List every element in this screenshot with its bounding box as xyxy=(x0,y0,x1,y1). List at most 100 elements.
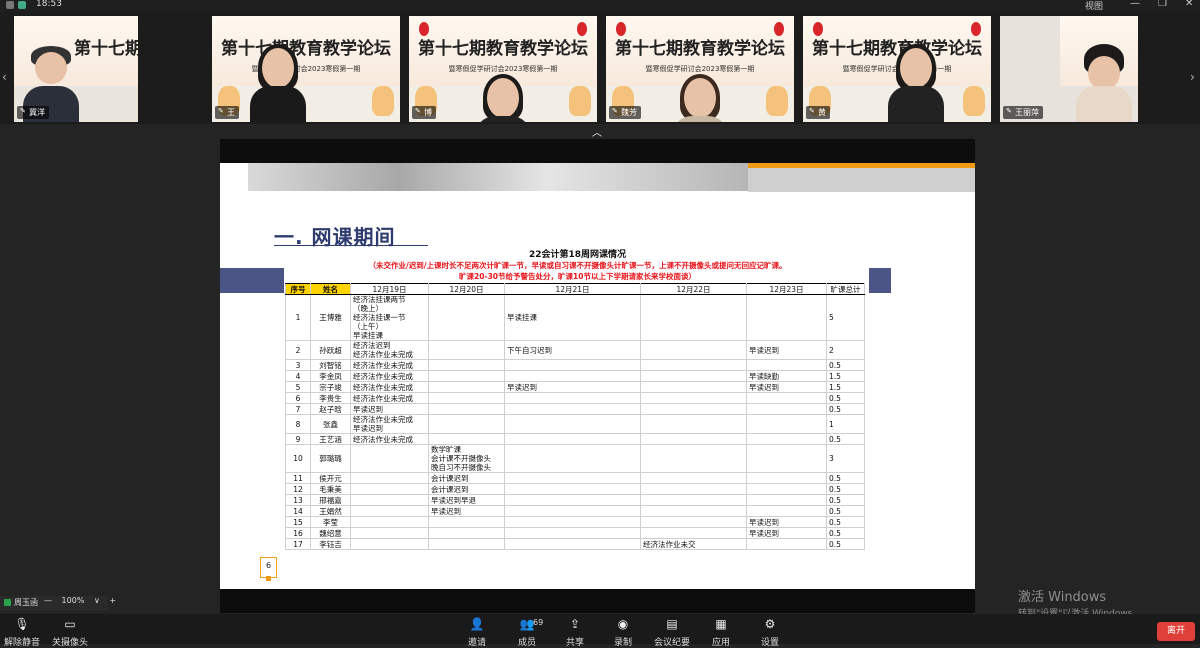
table-row: 9 王艺涵 经济法作业未完成 0.5 xyxy=(285,433,865,445)
table-cell: 1 xyxy=(826,414,865,434)
table-cell xyxy=(504,403,641,415)
video-tile[interactable]: 第十七期教育教学论坛 暨寒假促学研讨会2023寒假第一期 博 xyxy=(409,16,597,122)
minimize-icon[interactable]: — xyxy=(1130,0,1140,9)
maximize-icon[interactable]: ❐ xyxy=(1158,0,1167,9)
table-cell: 0.5 xyxy=(826,483,865,495)
video-tile[interactable]: 王丽萍 xyxy=(1000,16,1138,122)
table-cell xyxy=(504,370,641,382)
zoom-in-button[interactable]: + xyxy=(109,596,116,605)
view-button[interactable]: 视图 xyxy=(1085,0,1103,12)
table-row: 3 刘智铭 经济法作业未完成 0.5 xyxy=(285,359,865,371)
table-cell: 早读迟到早退 xyxy=(428,494,505,506)
video-tile[interactable]: 第十七期教育教学论坛 暨寒假促学研讨会2023寒假第一期 黄 xyxy=(803,16,991,122)
table-cell xyxy=(640,340,747,360)
video-tile[interactable]: 第十七期教育教学论坛 暨寒假促学研讨会2023寒假第一期 王 xyxy=(212,16,400,122)
minutes-label: 会议纪要 xyxy=(653,638,690,648)
table-cell: 0.5 xyxy=(826,433,865,445)
table-cell: 7 xyxy=(285,403,311,415)
members-count: 69 xyxy=(533,618,544,627)
unmute-button[interactable]: 🎙 解除静音 xyxy=(0,617,44,648)
zoom-control: — 100% ∨ + xyxy=(44,596,123,610)
share-button[interactable]: ⇪ 共享 xyxy=(560,617,590,648)
table-cell: 经济法迟到 经济法作业未完成 xyxy=(350,340,429,360)
table-cell: 经济法作业未完成 早读迟到 xyxy=(350,414,429,434)
minutes-button[interactable]: ▤ 会议纪要 xyxy=(650,617,694,648)
table-cell: 王艺涵 xyxy=(310,433,351,445)
table-cell: 张鑫 xyxy=(310,414,351,434)
table-cell xyxy=(640,494,747,506)
table-cell: 早读迟到 xyxy=(746,340,827,360)
table-cell: 邢福嘉 xyxy=(310,494,351,506)
table-cell xyxy=(350,472,429,484)
settings-button[interactable]: ⚙ 设置 xyxy=(755,617,785,648)
table-cell: 刘智铭 xyxy=(310,359,351,371)
table-cell: 早读迟到 xyxy=(746,516,827,528)
table-cell: 数学旷课 会计课不开摄像头 晚自习不开摄像头 xyxy=(428,444,505,473)
table-cell: 1.5 xyxy=(826,381,865,393)
table-cell xyxy=(640,483,747,495)
zoom-out-button[interactable]: — xyxy=(44,596,52,605)
table-cell: 早读迟到 xyxy=(350,403,429,415)
share-icon: ⇪ xyxy=(569,617,581,631)
table-cell xyxy=(428,414,505,434)
table-cell: 8 xyxy=(285,414,311,434)
record-button[interactable]: ◉ 录制 xyxy=(608,617,638,648)
table-cell xyxy=(640,472,747,484)
zoom-dropdown-icon[interactable]: ∨ xyxy=(94,596,100,605)
record-label: 录制 xyxy=(613,638,632,648)
table-cell: 0.5 xyxy=(826,516,865,528)
table-cell xyxy=(746,294,827,341)
table-cell xyxy=(504,392,641,404)
table-cell xyxy=(428,370,505,382)
video-tile[interactable]: 第十七期教育教学论坛 暨寒假促学研讨会2023寒假第一期 魏芳 xyxy=(606,16,794,122)
table-cell: 经济法挂课两节 （晚上） 经济法挂课一节 （上午） 早读挂课 xyxy=(350,294,429,341)
table-cell: 王娟然 xyxy=(310,505,351,517)
table-note: （未交作业/迟到/上课时长不足两次计旷课一节，早读或自习课不开摄像头计旷课一节，… xyxy=(285,260,870,282)
invite-button[interactable]: 👤 邀请 xyxy=(462,617,492,648)
table-cell xyxy=(746,494,827,506)
table-cell xyxy=(504,472,641,484)
table-cell: 李莹 xyxy=(310,516,351,528)
next-page-icon[interactable]: › xyxy=(1190,70,1195,84)
table-cell: 0.5 xyxy=(826,494,865,506)
table-cell xyxy=(504,516,641,528)
video-tile[interactable]: 第十七期教育教学论坛 冀洋 xyxy=(14,16,138,122)
table-cell xyxy=(504,359,641,371)
table-cell: 经济法作业未完成 xyxy=(350,370,429,382)
table-cell: 2 xyxy=(826,340,865,360)
participant-name: 魏芳 xyxy=(609,106,641,119)
camera-button[interactable]: ▭ 关摄像头 xyxy=(48,617,92,648)
table-cell xyxy=(428,381,505,393)
table-row: 2 孙跃超 经济法迟到 经济法作业未完成 下午自习迟到 早读迟到 2 xyxy=(285,340,865,360)
apps-button[interactable]: ▦ 应用 xyxy=(706,617,736,648)
prev-page-icon[interactable]: ‹ xyxy=(2,70,7,84)
table-cell xyxy=(350,527,429,539)
table-cell: 下午自习迟到 xyxy=(504,340,641,360)
share-label: 共享 xyxy=(565,638,584,648)
table-row: 12 毛秉美 会计课迟到 0.5 xyxy=(285,483,865,495)
table-cell: 毛秉美 xyxy=(310,483,351,495)
table-cell: 宗子竣 xyxy=(310,381,351,393)
zoom-value[interactable]: 100% xyxy=(62,596,85,605)
table-cell: 14 xyxy=(285,505,311,517)
table-cell: 1 xyxy=(285,294,311,341)
table-cell xyxy=(504,527,641,539)
table-cell xyxy=(640,516,747,528)
table-cell: 0.5 xyxy=(826,538,865,550)
leave-button[interactable]: 离开 xyxy=(1157,622,1195,641)
table-cell xyxy=(746,433,827,445)
table-row: 10 郭璐璐 数学旷课 会计课不开摄像头 晚自习不开摄像头 3 xyxy=(285,444,865,473)
table-cell xyxy=(640,403,747,415)
table-cell: 早读缺勤 xyxy=(746,370,827,382)
table-cell: 3 xyxy=(826,444,865,473)
table-cell xyxy=(428,516,505,528)
table-cell: 早读迟到 xyxy=(746,527,827,539)
table-row: 5 宗子竣 经济法作业未完成 早读迟到 早读迟到 1.5 xyxy=(285,381,865,393)
table-cell: 经济法作业未完成 xyxy=(350,433,429,445)
collapse-strip-icon[interactable]: ︿ xyxy=(592,124,602,139)
column-header: 序号 xyxy=(285,283,311,295)
table-cell xyxy=(640,414,747,434)
table-cell: 5 xyxy=(826,294,865,341)
close-icon[interactable]: ✕ xyxy=(1185,0,1193,9)
watermark-line: 激活 Windows xyxy=(1018,590,1107,605)
